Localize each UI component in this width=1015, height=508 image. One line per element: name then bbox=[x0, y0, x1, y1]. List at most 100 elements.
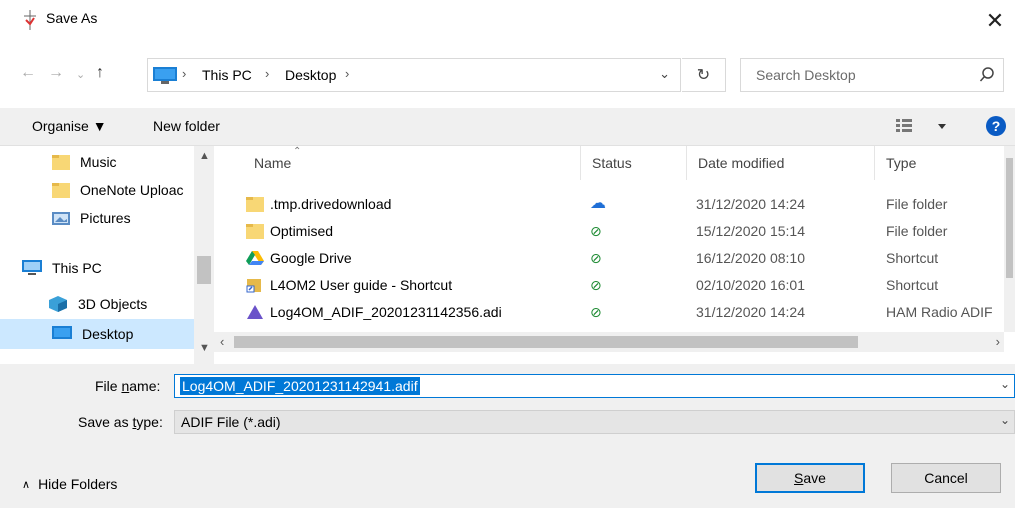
desktop-icon bbox=[52, 326, 72, 339]
refresh-button[interactable]: ↻ bbox=[682, 58, 726, 92]
nav-item-this-pc[interactable]: This PC bbox=[0, 254, 194, 282]
column-header-date[interactable]: Date modified bbox=[698, 155, 784, 171]
column-divider[interactable] bbox=[686, 146, 687, 180]
file-date: 31/12/2020 14:24 bbox=[696, 196, 805, 212]
nav-item-music[interactable]: Music bbox=[0, 148, 194, 176]
column-divider[interactable] bbox=[580, 146, 581, 180]
nav-item-pictures[interactable]: Pictures bbox=[0, 204, 194, 232]
adif-file-icon bbox=[247, 305, 263, 319]
search-input[interactable]: Search Desktop bbox=[740, 58, 1004, 92]
scroll-right-icon[interactable]: › bbox=[996, 334, 1000, 349]
chevron-right-icon: › bbox=[265, 66, 270, 81]
back-icon[interactable]: ← bbox=[20, 64, 36, 82]
navigation-pane: Music OneNote Uploac Pictures This PC 3D… bbox=[0, 146, 214, 364]
breadcrumb-desktop[interactable]: Desktop bbox=[285, 67, 336, 83]
navigation-bar: ← → ⌄ ↑ › This PC › Desktop › ⌄ ↻ Search… bbox=[0, 42, 1015, 108]
button-accesskey: S bbox=[794, 470, 804, 486]
column-header-type[interactable]: Type bbox=[886, 155, 916, 171]
file-name: .tmp.drivedownload bbox=[270, 196, 392, 212]
chevron-down-icon[interactable]: ⌄ bbox=[1000, 413, 1010, 427]
button-label: Cancel bbox=[924, 470, 968, 486]
file-type: File folder bbox=[886, 196, 948, 212]
save-form: File name: Log4OM_ADIF_20201231142941.ad… bbox=[0, 364, 1015, 508]
chevron-right-icon: › bbox=[345, 66, 350, 81]
hide-folders-label: Hide Folders bbox=[38, 476, 118, 492]
folder-icon bbox=[52, 183, 70, 198]
table-row[interactable]: Optimised ⊘ 15/12/2020 15:14 File folder bbox=[214, 218, 1004, 245]
scroll-up-icon[interactable]: ▲ bbox=[199, 150, 210, 162]
app-icon bbox=[24, 10, 36, 30]
nav-item-onenote[interactable]: OneNote Uploac bbox=[0, 176, 194, 204]
3d-objects-icon bbox=[49, 296, 67, 312]
chevron-down-icon[interactable]: ⌄ bbox=[659, 66, 670, 82]
help-icon[interactable]: ? bbox=[986, 116, 1006, 136]
nav-item-label: Pictures bbox=[80, 210, 131, 226]
file-list-vertical-scrollbar[interactable] bbox=[1004, 146, 1015, 332]
nav-item-desktop[interactable]: Desktop bbox=[0, 319, 194, 349]
recent-locations-icon[interactable]: ⌄ bbox=[76, 68, 85, 81]
table-row[interactable]: .tmp.drivedownload ☁ 31/12/2020 14:24 Fi… bbox=[214, 191, 1004, 218]
chevron-down-icon[interactable]: ⌄ bbox=[1000, 377, 1010, 391]
desktop-icon bbox=[153, 67, 177, 84]
column-header-status[interactable]: Status bbox=[592, 155, 632, 171]
forward-icon[interactable]: → bbox=[48, 64, 64, 82]
save-button[interactable]: Save bbox=[755, 463, 865, 493]
up-icon[interactable]: ↑ bbox=[96, 64, 104, 82]
close-icon: ✕ bbox=[985, 8, 1005, 33]
organise-button[interactable]: Organise ▼ bbox=[32, 118, 107, 134]
file-list-horizontal-scrollbar[interactable]: ‹ › bbox=[214, 332, 1004, 352]
main-area: Music OneNote Uploac Pictures This PC 3D… bbox=[0, 146, 1015, 364]
file-list: ⌃ Name Status Date modified Type .tmp.dr… bbox=[214, 146, 1015, 364]
file-date: 16/12/2020 08:10 bbox=[696, 250, 805, 266]
sort-ascending-icon: ⌃ bbox=[293, 146, 302, 157]
table-row[interactable]: Google Drive ⊘ 16/12/2020 08:10 Shortcut bbox=[214, 245, 1004, 272]
save-type-select[interactable]: ADIF File (*.adi) ⌄ bbox=[174, 410, 1015, 434]
scroll-left-icon[interactable]: ‹ bbox=[220, 334, 224, 349]
scrollbar-thumb[interactable] bbox=[197, 256, 211, 284]
new-folder-button[interactable]: New folder bbox=[153, 118, 220, 134]
label-part: File bbox=[95, 378, 122, 394]
label-part: Save as bbox=[78, 414, 133, 430]
nav-item-label: Music bbox=[80, 154, 117, 170]
chevron-right-icon: › bbox=[182, 66, 187, 81]
nav-item-3d-objects[interactable]: 3D Objects bbox=[0, 290, 194, 318]
save-type-label: Save as type: bbox=[78, 414, 163, 430]
column-divider[interactable] bbox=[874, 146, 875, 180]
filename-label: File name: bbox=[95, 378, 160, 394]
title-bar: Save As ✕ bbox=[0, 0, 1015, 42]
shortcut-icon bbox=[246, 279, 261, 293]
file-date: 15/12/2020 15:14 bbox=[696, 223, 805, 239]
scroll-down-icon[interactable]: ▼ bbox=[199, 342, 210, 354]
pc-icon bbox=[22, 260, 42, 275]
label-part: ame: bbox=[129, 378, 161, 394]
file-name: L4OM2 User guide - Shortcut bbox=[270, 277, 453, 293]
scrollbar-thumb[interactable] bbox=[234, 336, 858, 348]
file-name: Optimised bbox=[270, 223, 334, 239]
file-type: File folder bbox=[886, 223, 948, 239]
filename-field[interactable]: Log4OM_ADIF_20201231142941.adif ⌄ bbox=[174, 374, 1015, 398]
sync-ok-icon: ⊘ bbox=[590, 304, 602, 320]
folder-icon bbox=[246, 197, 264, 212]
scrollbar-thumb[interactable] bbox=[1006, 158, 1013, 278]
command-toolbar: Organise ▼ New folder ? bbox=[0, 108, 1015, 146]
close-button[interactable]: ✕ bbox=[975, 0, 1015, 42]
folder-icon bbox=[246, 224, 264, 239]
column-header-name[interactable]: Name bbox=[254, 155, 291, 171]
cloud-icon: ☁ bbox=[590, 195, 606, 212]
folder-icon bbox=[52, 155, 70, 170]
table-row[interactable]: Log4OM_ADIF_20201231142356.adi ⊘ 31/12/2… bbox=[214, 299, 1004, 326]
breadcrumb-this-pc[interactable]: This PC bbox=[202, 67, 252, 83]
view-options-icon[interactable] bbox=[896, 116, 948, 136]
search-icon bbox=[979, 67, 994, 82]
google-drive-icon bbox=[246, 251, 264, 265]
nav-item-label: OneNote Uploac bbox=[80, 182, 184, 198]
nav-pane-scrollbar[interactable]: ▲ ▼ bbox=[194, 146, 214, 364]
chevron-up-icon: ∧ bbox=[22, 478, 31, 491]
nav-item-label: Desktop bbox=[82, 326, 134, 342]
hide-folders-button[interactable]: ∧ Hide Folders bbox=[22, 476, 117, 492]
cancel-button[interactable]: Cancel bbox=[891, 463, 1001, 493]
search-placeholder: Search Desktop bbox=[756, 67, 856, 83]
address-bar[interactable]: › This PC › Desktop › ⌄ bbox=[147, 58, 681, 92]
button-label: ave bbox=[803, 470, 826, 486]
table-row[interactable]: L4OM2 User guide - Shortcut ⊘ 02/10/2020… bbox=[214, 272, 1004, 299]
